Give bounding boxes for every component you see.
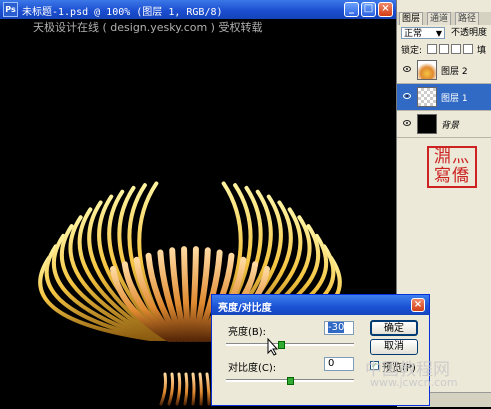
flame-stroke xyxy=(205,372,211,406)
flame-stroke xyxy=(175,372,182,406)
ok-button[interactable]: 确定 xyxy=(370,320,418,336)
layer-thumbnail xyxy=(417,114,437,134)
close-icon[interactable]: × xyxy=(411,298,425,312)
maximize-button[interactable]: □ xyxy=(361,2,376,17)
lock-move-icon[interactable] xyxy=(451,44,461,54)
brightness-slider-thumb[interactable] xyxy=(278,341,286,349)
tab-layers[interactable]: 图层 xyxy=(399,12,424,25)
brightness-input[interactable]: -30 xyxy=(324,321,354,335)
tab-paths[interactable]: 路径 xyxy=(455,12,480,25)
close-button[interactable]: × xyxy=(378,2,393,17)
eye-icon[interactable] xyxy=(403,93,411,99)
watermark-text: 天极设计在线 ( design.yesky.com ) 受权转载 xyxy=(33,21,263,34)
cancel-button[interactable]: 取消 xyxy=(370,339,418,355)
layer-row[interactable]: 背景 xyxy=(397,111,491,138)
flame-stroke xyxy=(167,372,175,406)
layer-name: 背景 xyxy=(441,121,460,131)
mouse-cursor-icon xyxy=(267,338,279,356)
tab-channels[interactable]: 通道 xyxy=(427,12,452,25)
layer-name: 图层 1 xyxy=(441,94,468,104)
brightness-contrast-dialog: 亮度/对比度 × 亮度(B): -30 对比度(C): 0 确定 取消 ✓ 预览… xyxy=(211,294,430,406)
flame-stroke xyxy=(198,372,203,406)
eye-icon[interactable] xyxy=(403,120,411,126)
flame-stroke xyxy=(159,372,167,406)
layer-row[interactable]: 图层 1 xyxy=(397,84,491,111)
flame-stroke xyxy=(183,372,189,406)
document-title: 未标题-1.psd @ 100% (图层 1, RGB/8) xyxy=(22,7,223,18)
layer-name: 图层 2 xyxy=(441,67,468,77)
lock-label: 锁定: xyxy=(401,46,423,56)
chevron-down-icon: ▼ xyxy=(435,29,442,38)
lock-paint-icon[interactable] xyxy=(439,44,449,54)
photoshop-icon: Ps xyxy=(3,2,18,17)
layer-thumbnail xyxy=(417,87,437,107)
site-url: www.jcwcn.com xyxy=(370,376,458,389)
flame-stroke xyxy=(181,246,192,342)
blend-mode-value: 正常 xyxy=(404,29,423,39)
brightness-label: 亮度(B): xyxy=(228,327,267,338)
blend-mode-select[interactable]: 正常 ▼ xyxy=(401,27,445,39)
panel-tabs: 图层 通道 路径 xyxy=(397,12,491,25)
lock-all-icon[interactable] xyxy=(463,44,473,54)
layer-thumbnail xyxy=(417,60,437,80)
lock-transparency-icon[interactable] xyxy=(427,44,437,54)
contrast-slider-thumb[interactable] xyxy=(287,377,294,385)
document-titlebar[interactable]: Ps 未标题-1.psd @ 100% (图层 1, RGB/8) _ □ × xyxy=(0,0,396,19)
contrast-label: 对比度(C): xyxy=(228,363,277,374)
brightness-value: -30 xyxy=(328,322,345,333)
flame-stroke xyxy=(191,372,196,406)
dialog-titlebar[interactable]: 亮度/对比度 × xyxy=(212,295,429,315)
opacity-label: 不透明度 xyxy=(451,28,488,38)
eye-icon[interactable] xyxy=(403,66,411,72)
layer-row[interactable]: 图层 2 xyxy=(397,57,491,84)
brightness-slider-track[interactable] xyxy=(226,343,354,346)
dialog-title: 亮度/对比度 xyxy=(218,303,272,314)
seal-stamp: 淵灬 寫僑 xyxy=(427,146,477,188)
contrast-input[interactable]: 0 xyxy=(324,357,354,371)
fill-label: 填 xyxy=(477,46,487,56)
minimize-button[interactable]: _ xyxy=(344,2,359,17)
